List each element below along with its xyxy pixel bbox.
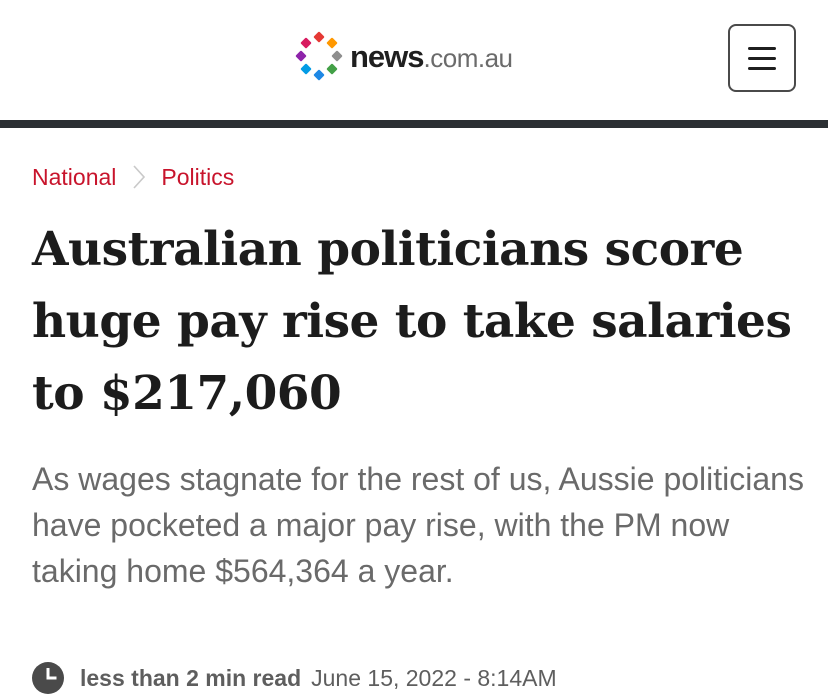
logo-dots-icon — [295, 31, 343, 81]
hamburger-menu-icon-bar — [748, 66, 776, 70]
chevron-right-icon — [133, 165, 146, 189]
article-standfirst: As wages stagnate for the rest of us, Au… — [32, 461, 804, 589]
article-meta: less than 2 min read June 15, 2022 - 8:1… — [32, 660, 557, 696]
logo-wordmark: news .com.au — [350, 41, 513, 72]
menu-button[interactable] — [728, 24, 796, 92]
hamburger-menu-icon-bar — [748, 56, 776, 60]
read-time: less than 2 min read — [80, 664, 302, 691]
breadcrumb-politics[interactable]: Politics — [161, 164, 234, 191]
logo-domain: .com.au — [423, 42, 514, 73]
clock-icon — [32, 662, 64, 694]
breadcrumb: National Politics — [32, 160, 234, 194]
breadcrumb-national[interactable]: National — [32, 164, 116, 191]
header-divider — [0, 120, 828, 128]
hamburger-menu-icon — [748, 46, 776, 50]
article-headline: Australian politicians score huge pay ri… — [32, 222, 792, 421]
site-logo[interactable]: news .com.au — [294, 30, 513, 82]
publish-timestamp: June 15, 2022 - 8:14AM — [311, 664, 557, 691]
logo-name: news — [350, 38, 425, 74]
site-header: news .com.au — [0, 0, 828, 122]
